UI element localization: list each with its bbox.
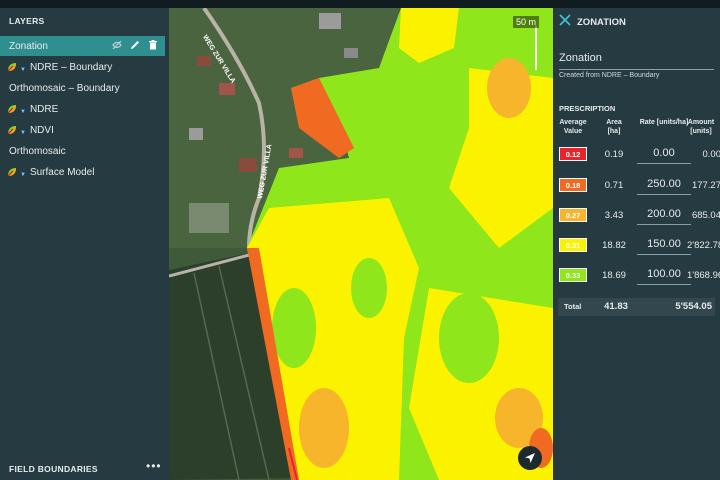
zonation-name-input[interactable]: Zonation bbox=[559, 52, 602, 64]
caret-down-icon[interactable]: ▼ bbox=[20, 67, 26, 73]
zone-orange bbox=[487, 58, 531, 118]
layer-label: Zonation bbox=[9, 40, 48, 52]
top-bar bbox=[0, 0, 720, 8]
zone-area: 3.43 bbox=[604, 210, 624, 221]
layer-label: Orthomosaic – Boundary bbox=[9, 82, 120, 94]
layers-header: LAYERS bbox=[9, 16, 45, 26]
layer-ndvi[interactable]: ▼ NDVI bbox=[0, 120, 169, 140]
layer-label: Orthomosaic bbox=[9, 145, 66, 157]
ndvi-leaf-icon bbox=[7, 126, 16, 135]
column-header-area: Area [ha] bbox=[606, 119, 622, 135]
rate-input[interactable]: 100.00 bbox=[635, 268, 693, 280]
caret-down-icon[interactable]: ▼ bbox=[20, 130, 26, 136]
zone-swatch: 0.12 bbox=[559, 147, 587, 161]
layer-label: NDRE – Boundary bbox=[29, 61, 113, 73]
panel-title: ZONATION bbox=[577, 17, 626, 28]
zone-swatch: 0.31 bbox=[559, 238, 587, 252]
zone-area: 18.82 bbox=[602, 240, 626, 251]
close-icon[interactable] bbox=[559, 14, 571, 26]
input-underline bbox=[559, 69, 714, 70]
ndvi-leaf-icon bbox=[7, 168, 16, 177]
ndvi-leaf-icon bbox=[7, 105, 16, 114]
zone-area: 0.71 bbox=[604, 180, 624, 191]
layers-panel: LAYERS Zonation ▼ NDRE – Boundary Orthom… bbox=[0, 8, 169, 480]
layer-ndre-boundary[interactable]: ▼ NDRE – Boundary bbox=[0, 57, 169, 77]
column-header-amount: Amount [units] bbox=[687, 119, 715, 135]
more-options-icon[interactable]: ••• bbox=[146, 459, 162, 473]
field-boundaries-header: FIELD BOUNDARIES bbox=[9, 464, 98, 474]
house bbox=[197, 56, 211, 66]
zone-amount: 1'868.96 bbox=[687, 270, 720, 281]
zone-amount: 177.27 bbox=[691, 180, 720, 191]
layer-label: Surface Model bbox=[29, 166, 95, 178]
zonation-source: Created from NDRE – Boundary bbox=[559, 72, 660, 79]
total-area: 41.83 bbox=[604, 301, 628, 312]
house bbox=[319, 13, 341, 29]
rate-underline bbox=[637, 284, 691, 285]
visibility-off-icon[interactable] bbox=[111, 39, 123, 51]
layer-ndre[interactable]: ▼ NDRE bbox=[0, 99, 169, 119]
house bbox=[344, 48, 358, 58]
zone-orange bbox=[299, 388, 349, 468]
rate-underline bbox=[637, 194, 691, 195]
layer-orthomosaic[interactable]: Orthomosaic bbox=[0, 141, 169, 161]
column-header-average-value: Average Value bbox=[559, 119, 587, 135]
edit-pencil-icon[interactable] bbox=[129, 39, 141, 51]
zone-green bbox=[439, 293, 499, 383]
layer-surface-model[interactable]: ▼ Surface Model bbox=[0, 162, 169, 182]
map-view[interactable]: WEG ZUR VILLA WEG ZUR VILLA 50 m bbox=[169, 8, 553, 480]
caret-down-icon[interactable]: ▼ bbox=[20, 172, 26, 178]
zone-swatch: 0.33 bbox=[559, 268, 587, 282]
rate-input[interactable]: 150.00 bbox=[635, 238, 693, 250]
layer-label: NDVI bbox=[29, 124, 54, 136]
rate-underline bbox=[637, 254, 691, 255]
house bbox=[289, 148, 303, 158]
zone-area: 18.69 bbox=[602, 270, 626, 281]
zone-amount: 685.04 bbox=[691, 210, 720, 221]
scale-label: 50 m bbox=[512, 16, 539, 28]
total-label: Total bbox=[564, 302, 582, 311]
caret-down-icon[interactable]: ▼ bbox=[20, 109, 26, 115]
building-yard bbox=[189, 203, 229, 233]
locate-button[interactable] bbox=[518, 446, 542, 470]
house bbox=[189, 128, 203, 140]
zone-swatch: 0.27 bbox=[559, 208, 587, 222]
ndvi-leaf-icon bbox=[7, 63, 16, 72]
house bbox=[239, 158, 257, 172]
layer-orthomosaic-boundary[interactable]: Orthomosaic – Boundary bbox=[0, 78, 169, 98]
zonation-panel: ZONATION Zonation Created from NDRE – Bo… bbox=[553, 8, 720, 480]
rate-input[interactable]: 250.00 bbox=[635, 178, 693, 190]
zone-amount: 2'822.78 bbox=[687, 240, 720, 251]
layer-zonation[interactable]: Zonation bbox=[0, 36, 165, 56]
total-amount: 5'554.05 bbox=[675, 301, 712, 312]
zone-green bbox=[272, 288, 316, 368]
rate-input[interactable]: 200.00 bbox=[635, 208, 693, 220]
zone-amount: 0.00 bbox=[702, 149, 720, 160]
rate-input[interactable]: 0.00 bbox=[635, 147, 693, 159]
zone-green bbox=[351, 258, 387, 318]
rate-underline bbox=[637, 163, 691, 164]
house bbox=[219, 83, 235, 95]
trash-icon[interactable] bbox=[147, 39, 159, 51]
rate-underline bbox=[637, 224, 691, 225]
zone-swatch: 0.18 bbox=[559, 178, 587, 192]
layer-label: NDRE bbox=[29, 103, 59, 115]
total-row: Total 41.83 5'554.05 bbox=[558, 298, 715, 316]
navigation-arrow-icon bbox=[525, 453, 535, 463]
zone-area: 0.19 bbox=[604, 149, 624, 160]
prescription-header: PRESCRIPTION bbox=[559, 104, 616, 113]
